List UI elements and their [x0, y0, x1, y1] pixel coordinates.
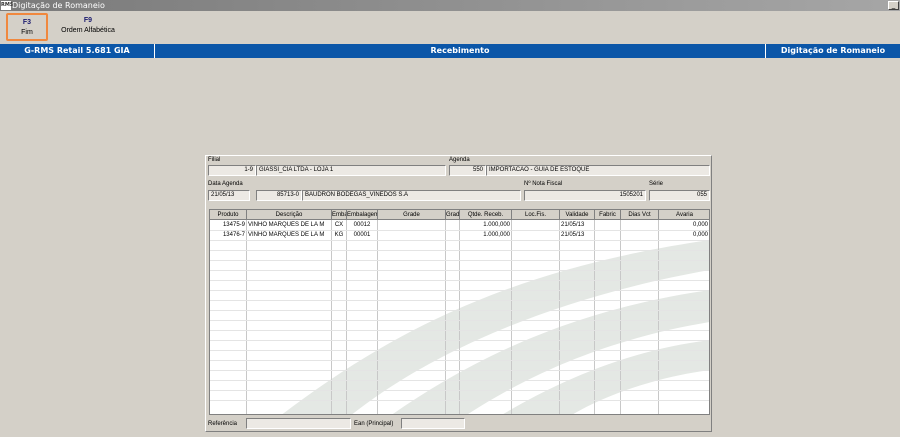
grid-line: [210, 270, 709, 271]
col-descricao[interactable]: Descrição: [247, 210, 332, 220]
grid-line: [210, 380, 709, 381]
col-embalagem-qtde[interactable]: Embalagem: [347, 210, 378, 220]
fornecedor-code-field[interactable]: 85713-0: [256, 190, 302, 201]
nota-fiscal-field[interactable]: 1505201: [524, 190, 646, 201]
cell-descricao: VINHO MARQUES DE LA M: [248, 222, 325, 228]
cell-embalagem: CX: [334, 222, 344, 228]
cell-embalagem-qtde: 00012: [353, 222, 371, 228]
window-title: Digitação de Romaneio: [12, 1, 105, 10]
fornecedor-name-field: BAUDRON BODEGAS_VINEDOS S.A: [302, 190, 521, 201]
grid-line: [210, 330, 709, 331]
col-fabric[interactable]: Fabric: [595, 210, 621, 220]
col-dias-vct[interactable]: Dias Vct: [621, 210, 659, 220]
grid-line: [210, 240, 709, 241]
grid-line: [210, 370, 709, 371]
itens-grid[interactable]: Produto Descrição Embalagem Embalagem Gr…: [209, 209, 710, 415]
serie-label: Série: [649, 181, 664, 187]
screen-name: Digitação de Romaneio: [780, 46, 886, 55]
referencia-input[interactable]: [246, 418, 351, 429]
col-loc-fis[interactable]: Loc.Fis.: [512, 210, 560, 220]
grid-line: [210, 390, 709, 391]
minimize-button[interactable]: _: [888, 1, 899, 10]
ean-principal-label: Ean (Principal): [354, 421, 394, 427]
f9-label: Ordem Alfabética: [61, 27, 115, 34]
col-embalagem[interactable]: Embalagem: [332, 210, 347, 220]
cell-qtde-receb: 1.000,000: [483, 222, 510, 228]
module-header-bar: G-RMS Retail 5.681 GIA Recebimento Digit…: [0, 44, 900, 58]
filial-label: Filial: [208, 157, 221, 163]
cell-validade: 21/05/13: [561, 232, 585, 238]
grid-line: [210, 340, 709, 341]
nota-fiscal-label: Nº Nota Fiscal: [524, 181, 563, 187]
col-validade[interactable]: Validade: [560, 210, 595, 220]
cell-produto: 13476-7: [222, 232, 245, 238]
col-grade[interactable]: Grade: [378, 210, 446, 220]
function-key-toolbar: F3 Fim F9 Ordem Alfabética: [0, 11, 900, 42]
cell-embalagem: KG: [334, 232, 344, 238]
f3-fim-button[interactable]: F3 Fim: [6, 13, 48, 41]
agenda-desc-field: IMPORTACAO - GUIA DE ESTOQUE: [486, 165, 710, 176]
col-avaria[interactable]: Avaria: [659, 210, 709, 220]
romaneio-form-panel: Filial 1-9 GIASSI_CIA LTDA - LOJA 1 Agen…: [205, 155, 712, 432]
filial-name-field: GIASSI_CIA LTDA - LOJA 1: [256, 165, 446, 176]
cell-qtde-receb: 1.000,000: [483, 232, 510, 238]
cell-produto: 13475-9: [222, 222, 245, 228]
ean-principal-input[interactable]: [401, 418, 465, 429]
system-version: G-RMS Retail 5.681 GIA: [24, 46, 130, 55]
f9-key: F9: [83, 17, 93, 24]
f9-ordem-alfabetica-button[interactable]: F9 Ordem Alfabética: [56, 13, 120, 41]
module-name: Recebimento: [430, 46, 490, 55]
f3-label: Fim: [21, 29, 33, 36]
grid-line: [210, 280, 709, 281]
grid-line: [210, 350, 709, 351]
f3-key: F3: [22, 19, 32, 26]
grid-line: [210, 300, 709, 301]
col-qtde-receb[interactable]: Qtde. Receb.: [460, 210, 512, 220]
agenda-label: Agenda: [449, 157, 470, 163]
app-icon: RMS: [1, 1, 14, 10]
cell-embalagem-qtde: 00001: [353, 232, 371, 238]
grid-line: [210, 400, 709, 401]
agenda-code-field[interactable]: 550: [449, 165, 486, 176]
grid-line: [210, 290, 709, 291]
filial-code-field[interactable]: 1-9: [208, 165, 256, 176]
cell-descricao: VINHO MARQUES DE LA M: [248, 232, 325, 238]
window-title-bar: RMS Digitação de Romaneio _: [0, 0, 900, 11]
grid-line: [210, 310, 709, 311]
data-agenda-label: Data Agenda: [208, 181, 243, 187]
cell-avaria: 0,000: [692, 232, 708, 238]
cell-avaria: 0,000: [692, 222, 708, 228]
referencia-label: Referência: [208, 421, 238, 427]
grid-line: [210, 260, 709, 261]
grid-line: [210, 320, 709, 321]
data-agenda-field[interactable]: 21/05/13: [208, 190, 250, 201]
watermark-logo-icon: [282, 240, 709, 414]
grid-header: Produto Descrição Embalagem Embalagem Gr…: [210, 210, 709, 220]
grid-line: [210, 250, 709, 251]
col-produto[interactable]: Produto: [210, 210, 247, 220]
grid-line: [210, 360, 709, 361]
serie-field[interactable]: 055: [649, 190, 710, 201]
cell-validade: 21/05/13: [561, 222, 585, 228]
col-grade-2[interactable]: Grade: [446, 210, 460, 220]
